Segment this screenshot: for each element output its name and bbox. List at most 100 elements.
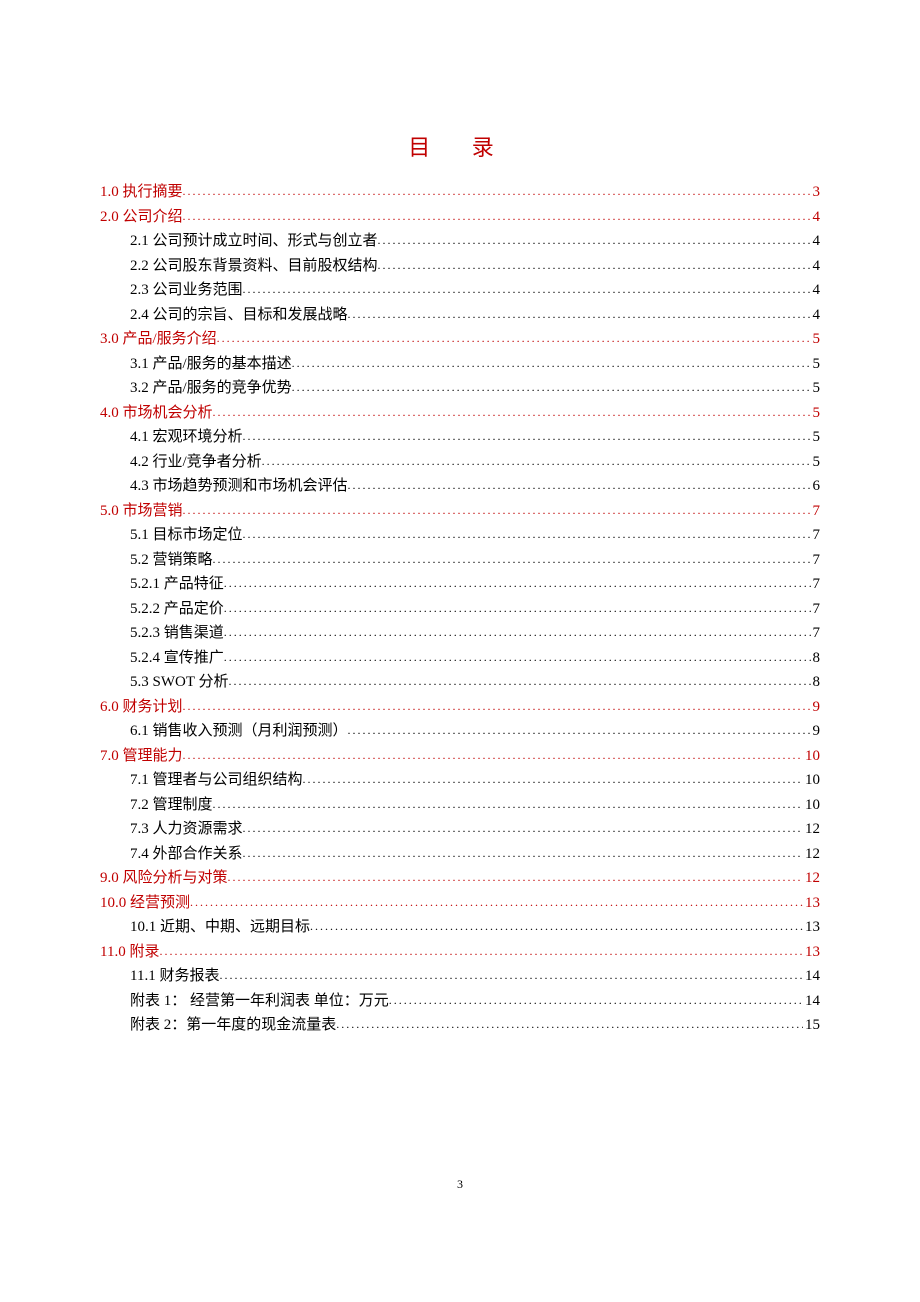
toc-entry-label[interactable]: 2.2 公司股东背景资料、目前股权结构 bbox=[130, 254, 378, 279]
toc-entry-page[interactable]: 14 bbox=[803, 989, 820, 1014]
toc-entry-label[interactable]: 6.1 销售收入预测（月利润预测） bbox=[130, 719, 348, 744]
toc-entry: 5.2.2 产品定价 7 bbox=[100, 597, 820, 622]
toc-entry: 5.3 SWOT 分析 8 bbox=[100, 670, 820, 695]
toc-leader-dots bbox=[183, 205, 811, 229]
toc-entry-page[interactable]: 7 bbox=[811, 523, 821, 548]
toc-entry-label[interactable]: 4.0 市场机会分析 bbox=[100, 401, 213, 426]
toc-entry-label[interactable]: 5.0 市场营销 bbox=[100, 499, 183, 524]
toc-entry-page[interactable]: 10 bbox=[803, 768, 820, 793]
toc-leader-dots bbox=[213, 401, 811, 425]
toc-entry: 5.2 营销策略 7 bbox=[100, 548, 820, 573]
toc-entry-page[interactable]: 5 bbox=[811, 352, 821, 377]
toc-entry-label[interactable]: 4.3 市场趋势预测和市场机会评估 bbox=[130, 474, 348, 499]
toc-entry-page[interactable]: 5 bbox=[811, 327, 821, 352]
toc-entry-page[interactable]: 15 bbox=[803, 1013, 820, 1038]
toc-entry-page[interactable]: 4 bbox=[811, 229, 821, 254]
toc-entry-label[interactable]: 9.0 风险分析与对策 bbox=[100, 866, 228, 891]
toc-entry-label[interactable]: 5.2.3 销售渠道 bbox=[130, 621, 224, 646]
toc-entry: 3.0 产品/服务介绍 5 bbox=[100, 327, 820, 352]
toc-entry: 4.2 行业/竞争者分析 5 bbox=[100, 450, 820, 475]
toc-leader-dots bbox=[228, 866, 803, 890]
toc-entry-label[interactable]: 10.1 近期、中期、远期目标 bbox=[130, 915, 310, 940]
toc-leader-dots bbox=[190, 891, 803, 915]
toc-entry: 2.0 公司介绍 4 bbox=[100, 205, 820, 230]
toc-entry-page[interactable]: 7 bbox=[811, 499, 821, 524]
toc-entry-label[interactable]: 附表 1： 经营第一年利润表 单位：万元 bbox=[130, 989, 389, 1014]
toc-entry-label[interactable]: 附表 2：第一年度的现金流量表 bbox=[130, 1013, 336, 1038]
toc-entry-label[interactable]: 2.4 公司的宗旨、目标和发展战略 bbox=[130, 303, 348, 328]
toc-entry-label[interactable]: 2.1 公司预计成立时间、形式与创立者 bbox=[130, 229, 378, 254]
toc-entry: 7.0 管理能力 10 bbox=[100, 744, 820, 769]
toc-entry-page[interactable]: 5 bbox=[811, 376, 821, 401]
toc-entry-page[interactable]: 7 bbox=[811, 548, 821, 573]
toc-entry-label[interactable]: 10.0 经营预测 bbox=[100, 891, 190, 916]
toc-entry-page[interactable]: 9 bbox=[811, 695, 821, 720]
toc-entry-label[interactable]: 7.0 管理能力 bbox=[100, 744, 183, 769]
toc-entry-label[interactable]: 5.3 SWOT 分析 bbox=[130, 670, 228, 695]
toc-entry-label[interactable]: 2.0 公司介绍 bbox=[100, 205, 183, 230]
toc-entry-page[interactable]: 4 bbox=[811, 303, 821, 328]
toc-entry-page[interactable]: 5 bbox=[811, 450, 821, 475]
toc-entry-label[interactable]: 5.2.4 宣传推广 bbox=[130, 646, 224, 671]
toc-entry-page[interactable]: 8 bbox=[811, 670, 821, 695]
toc-entry-label[interactable]: 7.2 管理制度 bbox=[130, 793, 213, 818]
toc-leader-dots bbox=[243, 842, 803, 866]
toc-entry-page[interactable]: 13 bbox=[803, 940, 820, 965]
toc-entry-page[interactable]: 6 bbox=[811, 474, 821, 499]
toc-entry-label[interactable]: 7.3 人力资源需求 bbox=[130, 817, 243, 842]
toc-entry-page[interactable]: 3 bbox=[811, 180, 821, 205]
toc-entry-label[interactable]: 3.1 产品/服务的基本描述 bbox=[130, 352, 292, 377]
toc-entry-page[interactable]: 7 bbox=[811, 621, 821, 646]
toc-entry-page[interactable]: 13 bbox=[803, 915, 820, 940]
toc-entry-label[interactable]: 7.1 管理者与公司组织结构 bbox=[130, 768, 303, 793]
toc-leader-dots bbox=[389, 989, 803, 1013]
toc-entry-label[interactable]: 5.2.2 产品定价 bbox=[130, 597, 224, 622]
toc-entry-label[interactable]: 11.1 财务报表 bbox=[130, 964, 219, 989]
toc-leader-dots bbox=[224, 646, 811, 670]
toc-entry-page[interactable]: 12 bbox=[803, 866, 820, 891]
toc-entry-page[interactable]: 4 bbox=[811, 278, 821, 303]
toc-leader-dots bbox=[183, 499, 811, 523]
toc-entry-page[interactable]: 12 bbox=[803, 842, 820, 867]
toc-leader-dots bbox=[336, 1013, 803, 1037]
toc-leader-dots bbox=[348, 719, 811, 743]
toc-entry-label[interactable]: 2.3 公司业务范围 bbox=[130, 278, 243, 303]
toc-entry-page[interactable]: 9 bbox=[811, 719, 821, 744]
toc-entry-label[interactable]: 5.1 目标市场定位 bbox=[130, 523, 243, 548]
toc-entry: 附表 1： 经营第一年利润表 单位：万元 14 bbox=[100, 989, 820, 1014]
toc-entry-page[interactable]: 7 bbox=[811, 597, 821, 622]
toc-entry-page[interactable]: 7 bbox=[811, 572, 821, 597]
toc-entry-label[interactable]: 3.0 产品/服务介绍 bbox=[100, 327, 217, 352]
toc-entry-label[interactable]: 11.0 附录 bbox=[100, 940, 159, 965]
toc-entry-label[interactable]: 3.2 产品/服务的竞争优势 bbox=[130, 376, 292, 401]
toc-entry-label[interactable]: 5.2 营销策略 bbox=[130, 548, 213, 573]
toc-entry-label[interactable]: 6.0 财务计划 bbox=[100, 695, 183, 720]
toc-entry-page[interactable]: 10 bbox=[803, 793, 820, 818]
toc-entry: 1.0 执行摘要 3 bbox=[100, 180, 820, 205]
toc-leader-dots bbox=[243, 523, 811, 547]
toc-entry: 11.1 财务报表 14 bbox=[100, 964, 820, 989]
toc-entry-page[interactable]: 13 bbox=[803, 891, 820, 916]
toc-entry: 5.2.4 宣传推广 8 bbox=[100, 646, 820, 671]
toc-leader-dots bbox=[348, 303, 811, 327]
toc-entry-label[interactable]: 4.2 行业/竞争者分析 bbox=[130, 450, 262, 475]
toc-leader-dots bbox=[159, 940, 803, 964]
toc-entry-page[interactable]: 8 bbox=[811, 646, 821, 671]
toc-leader-dots bbox=[243, 425, 811, 449]
toc-title: 目 录 bbox=[100, 130, 820, 162]
toc-entry-page[interactable]: 4 bbox=[811, 254, 821, 279]
toc-entry-label[interactable]: 5.2.1 产品特征 bbox=[130, 572, 224, 597]
toc-entry-label[interactable]: 7.4 外部合作关系 bbox=[130, 842, 243, 867]
toc-leader-dots bbox=[310, 915, 803, 939]
toc-entry: 10.1 近期、中期、远期目标 13 bbox=[100, 915, 820, 940]
toc-entry-label[interactable]: 4.1 宏观环境分析 bbox=[130, 425, 243, 450]
toc-entry-label[interactable]: 1.0 执行摘要 bbox=[100, 180, 183, 205]
toc-entry-page[interactable]: 10 bbox=[803, 744, 820, 769]
toc-leader-dots bbox=[228, 670, 810, 694]
toc-entry-page[interactable]: 5 bbox=[811, 425, 821, 450]
toc-entry-page[interactable]: 12 bbox=[803, 817, 820, 842]
toc-entry-page[interactable]: 14 bbox=[803, 964, 820, 989]
toc-entry-page[interactable]: 4 bbox=[811, 205, 821, 230]
toc-leader-dots bbox=[217, 327, 811, 351]
toc-entry-page[interactable]: 5 bbox=[811, 401, 821, 426]
